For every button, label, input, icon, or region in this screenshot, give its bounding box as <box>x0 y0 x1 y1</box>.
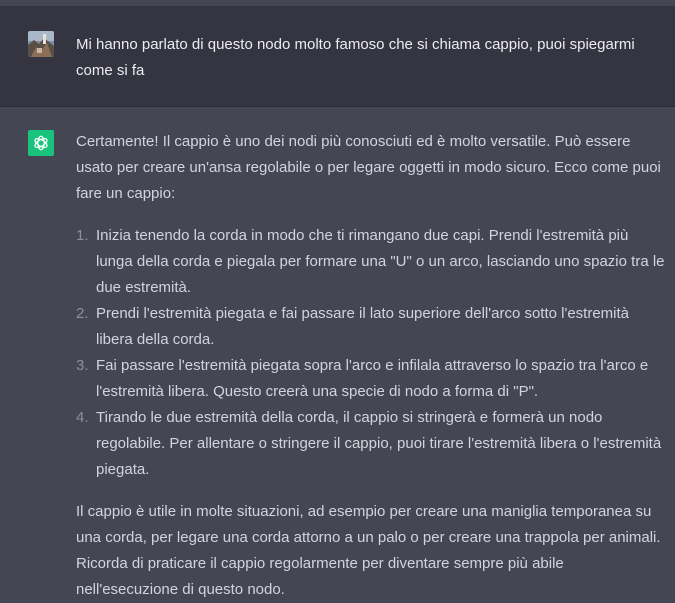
steps-list: 1. Inizia tenendo la corda in modo che t… <box>76 223 666 483</box>
assistant-intro: Certamente! Il cappio è uno dei nodi più… <box>76 133 661 202</box>
list-item: 2. Prendi l'estremità piegata e fai pass… <box>76 301 666 353</box>
assistant-avatar <box>28 130 54 156</box>
user-avatar <box>28 31 54 57</box>
list-item: 3. Fai passare l'estremità piegata sopra… <box>76 353 666 405</box>
user-message-text: Mi hanno parlato di questo nodo molto fa… <box>76 36 635 79</box>
step-text: Inizia tenendo la corda in modo che ti r… <box>96 227 665 296</box>
assistant-outro: Il cappio è utile in molte situazioni, a… <box>76 503 661 598</box>
user-message: Mi hanno parlato di questo nodo molto fa… <box>0 6 675 107</box>
step-text: Tirando le due estremità della corda, il… <box>96 409 662 478</box>
user-photo-avatar-icon <box>28 31 54 57</box>
step-number: 1. <box>76 227 89 244</box>
step-number: 3. <box>76 357 89 374</box>
step-text: Fai passare l'estremità piegata sopra l'… <box>96 357 649 400</box>
step-number: 4. <box>76 409 89 426</box>
step-number: 2. <box>76 305 89 322</box>
openai-logo-icon <box>34 135 48 151</box>
assistant-message: Certamente! Il cappio è uno dei nodi più… <box>0 107 675 598</box>
assistant-message-text: Certamente! Il cappio è uno dei nodi più… <box>76 129 666 603</box>
list-item: 4. Tirando le due estremità della corda,… <box>76 405 666 483</box>
list-item: 1. Inizia tenendo la corda in modo che t… <box>76 223 666 301</box>
step-text: Prendi l'estremità piegata e fai passare… <box>96 305 630 348</box>
